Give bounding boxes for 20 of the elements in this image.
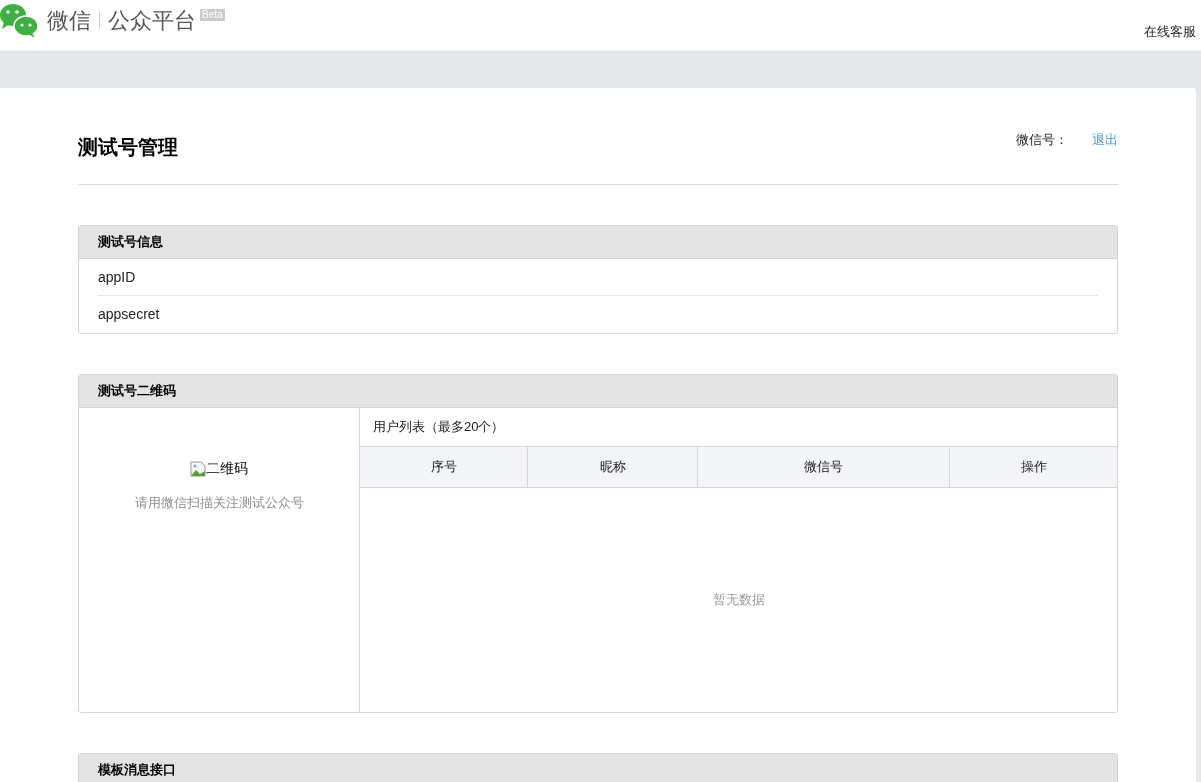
info-row-label: appID bbox=[98, 267, 136, 287]
column-header: 序号 bbox=[360, 447, 528, 487]
broken-image-icon bbox=[190, 460, 206, 477]
product-name: 公众平台 bbox=[108, 6, 196, 35]
logout-link[interactable]: 退出 bbox=[1092, 130, 1118, 150]
qr-code-alt-text: 二维码 bbox=[206, 459, 248, 478]
empty-table-text: 暂无数据 bbox=[712, 591, 765, 610]
brand-name: 微信 bbox=[47, 6, 91, 35]
panel-header: 测试号信息 bbox=[79, 226, 1117, 259]
column-header: 操作 bbox=[1019, 458, 1048, 477]
online-support-link[interactable]: 在线客服 bbox=[1144, 22, 1196, 42]
qr-scan-hint: 请用微信扫描关注测试公众号 bbox=[134, 494, 304, 512]
account-label: 微信号： bbox=[1016, 131, 1068, 149]
user-list-title: 用户列表（最多20个） bbox=[373, 418, 505, 437]
column-header: 微信号 bbox=[698, 447, 950, 487]
panel-header: 模板消息接口 bbox=[79, 754, 1117, 782]
panel-header: 测试号二维码 bbox=[79, 375, 1117, 408]
page-title: 测试号管理 bbox=[78, 135, 178, 160]
column-header: 昵称 bbox=[528, 447, 698, 487]
info-row-label: appsecret bbox=[98, 305, 160, 324]
